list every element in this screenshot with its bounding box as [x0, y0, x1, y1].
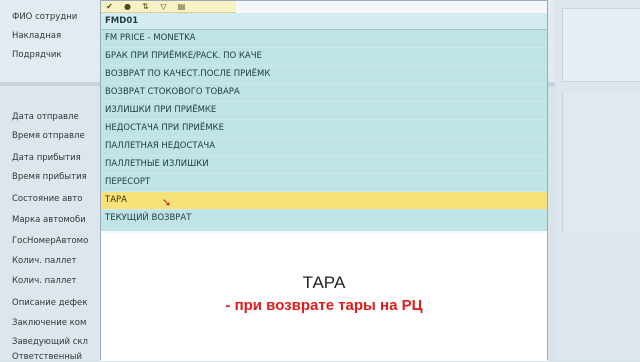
mouse-pointer-icon: ➘ — [162, 196, 172, 209]
field-label: Состояние авто — [12, 194, 83, 204]
list-header: FMD01 — [101, 13, 547, 30]
field-label: Описание дефек — [12, 298, 88, 308]
list-item[interactable]: НЕДОСТАЧА ПРИ ПРИЁМКЕ — [101, 120, 547, 138]
popup-toolbar: ✔ ● ⇅ ▽ ▤ — [101, 1, 236, 13]
field-label: Марка автомоби — [12, 215, 86, 225]
list-item[interactable]: ИЗЛИШКИ ПРИ ПРИЁМКЕ — [101, 102, 547, 120]
field-label: Заведующий скл — [12, 337, 88, 347]
list-item[interactable]: FM PRICE - MONETKA — [101, 30, 547, 48]
caption-subtitle: - при возврате тары на РЦ — [225, 297, 423, 314]
field-label: Время отправле — [12, 131, 85, 141]
field-label: Дата прибытия — [12, 153, 81, 163]
list-item[interactable]: ПАЛЛЕТНЫЕ ИЗЛИШКИ — [101, 156, 547, 174]
list-item[interactable]: ВОЗВРАТ СТОКОВОГО ТОВАРА — [101, 84, 547, 102]
field-label: Колич. паллет — [12, 256, 77, 266]
field-label: Время прибытия — [12, 172, 87, 182]
field-label: Дата отправле — [12, 112, 79, 122]
field-label: Колич. паллет — [12, 276, 77, 286]
value-help-popup: ✔ ● ⇅ ▽ ▤ FMD01 FM PRICE - MONETKA БРАК … — [100, 0, 548, 361]
list-item[interactable]: ПАЛЛЕТНАЯ НЕДОСТАЧА — [101, 138, 547, 156]
list-item[interactable]: БРАК ПРИ ПРИЁМКЕ/PACK. ПО КАЧЕ — [101, 48, 547, 66]
sort-icon[interactable]: ⇅ — [141, 2, 150, 11]
field-label: Заключение ком — [12, 318, 87, 328]
list-item[interactable]: ТЕКУЩИЙ ВОЗВРАТ — [101, 210, 547, 228]
info-icon[interactable]: ● — [123, 2, 132, 11]
field-label: Ответственный — [12, 352, 83, 362]
check-icon[interactable]: ✔ — [105, 2, 114, 11]
right-field-box — [562, 8, 640, 82]
filter-icon[interactable]: ▽ — [159, 2, 168, 11]
right-field-area — [562, 92, 640, 232]
field-label-invoice: Накладная — [12, 31, 62, 41]
list-item[interactable]: ВОЗВРАТ ПО КАЧЕСТ.ПОСЛЕ ПРИЁМК — [101, 66, 547, 84]
caption-panel: ТАРА - при возврате тары на РЦ — [101, 233, 547, 361]
caption-title: ТАРА — [302, 273, 346, 292]
field-label: ГосНомерАвтомо — [12, 236, 89, 246]
list-item[interactable]: ПЕРЕСОРТ — [101, 174, 547, 192]
export-icon[interactable]: ▤ — [177, 2, 186, 11]
field-label-contractor: Подрядчик — [12, 50, 62, 60]
field-label-employee: ФИО сотрудни — [12, 12, 78, 22]
